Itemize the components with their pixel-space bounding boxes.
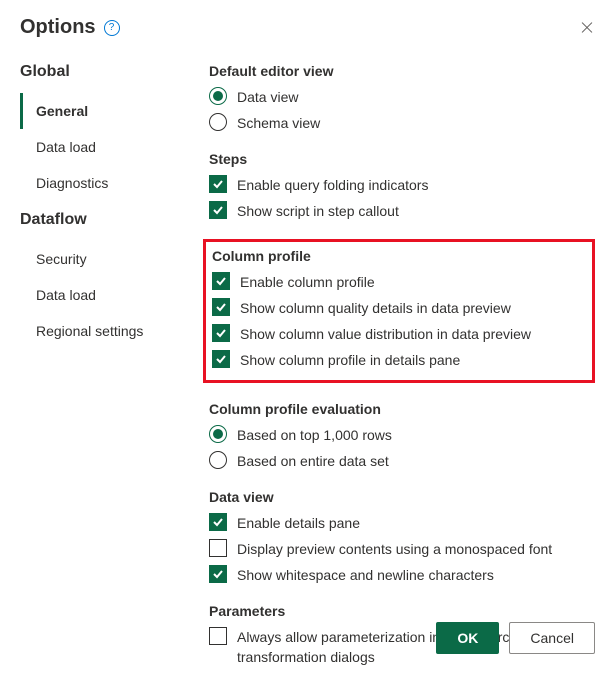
checkbox-whitespace[interactable]: [209, 565, 227, 583]
section-header: Column profile: [212, 248, 586, 264]
option-label: Display preview contents using a monospa…: [237, 539, 552, 559]
section-default-editor-view: Default editor view Data view Schema vie…: [209, 63, 595, 133]
help-icon[interactable]: ?: [104, 20, 120, 36]
main-panel: Default editor view Data view Schema vie…: [209, 63, 595, 685]
section-header: Default editor view: [209, 63, 595, 79]
cancel-button[interactable]: Cancel: [509, 622, 595, 654]
option-label: Based on top 1,000 rows: [237, 425, 392, 445]
dialog-title: Options: [20, 16, 96, 39]
section-header: Data view: [209, 489, 595, 505]
section-header: Parameters: [209, 603, 595, 619]
ok-button[interactable]: OK: [436, 622, 499, 654]
option-label: Schema view: [237, 113, 320, 133]
sidebar-item-data-load-global[interactable]: Data load: [20, 129, 185, 165]
sidebar-item-regional-settings[interactable]: Regional settings: [20, 313, 185, 349]
checkbox-column-value-dist[interactable]: [212, 324, 230, 342]
option-label: Data view: [237, 87, 298, 107]
option-label: Show whitespace and newline characters: [237, 565, 494, 585]
close-icon[interactable]: [579, 20, 595, 36]
checkbox-parameterization[interactable]: [209, 627, 227, 645]
section-steps: Steps Enable query folding indicators Sh…: [209, 151, 595, 221]
sidebar-item-diagnostics[interactable]: Diagnostics: [20, 165, 185, 201]
option-label: Enable query folding indicators: [237, 175, 428, 195]
section-header: Steps: [209, 151, 595, 167]
dialog-header: Options ?: [20, 16, 595, 39]
radio-entire-set[interactable]: [209, 451, 227, 469]
sidebar-item-data-load-dataflow[interactable]: Data load: [20, 277, 185, 313]
checkbox-script-callout[interactable]: [209, 201, 227, 219]
radio-data-view[interactable]: [209, 87, 227, 105]
option-label: Enable details pane: [237, 513, 360, 533]
checkbox-query-folding[interactable]: [209, 175, 227, 193]
option-label: Show column quality details in data prev…: [240, 298, 511, 318]
option-label: Show script in step callout: [237, 201, 399, 221]
checkbox-column-quality[interactable]: [212, 298, 230, 316]
checkbox-monospaced[interactable]: [209, 539, 227, 557]
sidebar-group-global: Global: [20, 63, 185, 81]
section-column-profile-eval: Column profile evaluation Based on top 1…: [209, 401, 595, 471]
option-label: Show column profile in details pane: [240, 350, 460, 370]
option-label: Based on entire data set: [237, 451, 389, 471]
sidebar: Global General Data load Diagnostics Dat…: [20, 63, 185, 685]
option-label: Show column value distribution in data p…: [240, 324, 531, 344]
checkbox-details-pane[interactable]: [209, 513, 227, 531]
option-label: Enable column profile: [240, 272, 375, 292]
radio-top-1000[interactable]: [209, 425, 227, 443]
highlight-column-profile: Column profile Enable column profile Sho…: [203, 239, 595, 383]
sidebar-item-security[interactable]: Security: [20, 241, 185, 277]
radio-schema-view[interactable]: [209, 113, 227, 131]
section-data-view: Data view Enable details pane Display pr…: [209, 489, 595, 585]
checkbox-column-profile-details[interactable]: [212, 350, 230, 368]
checkbox-enable-column-profile[interactable]: [212, 272, 230, 290]
section-header: Column profile evaluation: [209, 401, 595, 417]
sidebar-item-general[interactable]: General: [20, 93, 185, 129]
dialog-footer: OK Cancel: [436, 622, 595, 654]
sidebar-group-dataflow: Dataflow: [20, 211, 185, 229]
